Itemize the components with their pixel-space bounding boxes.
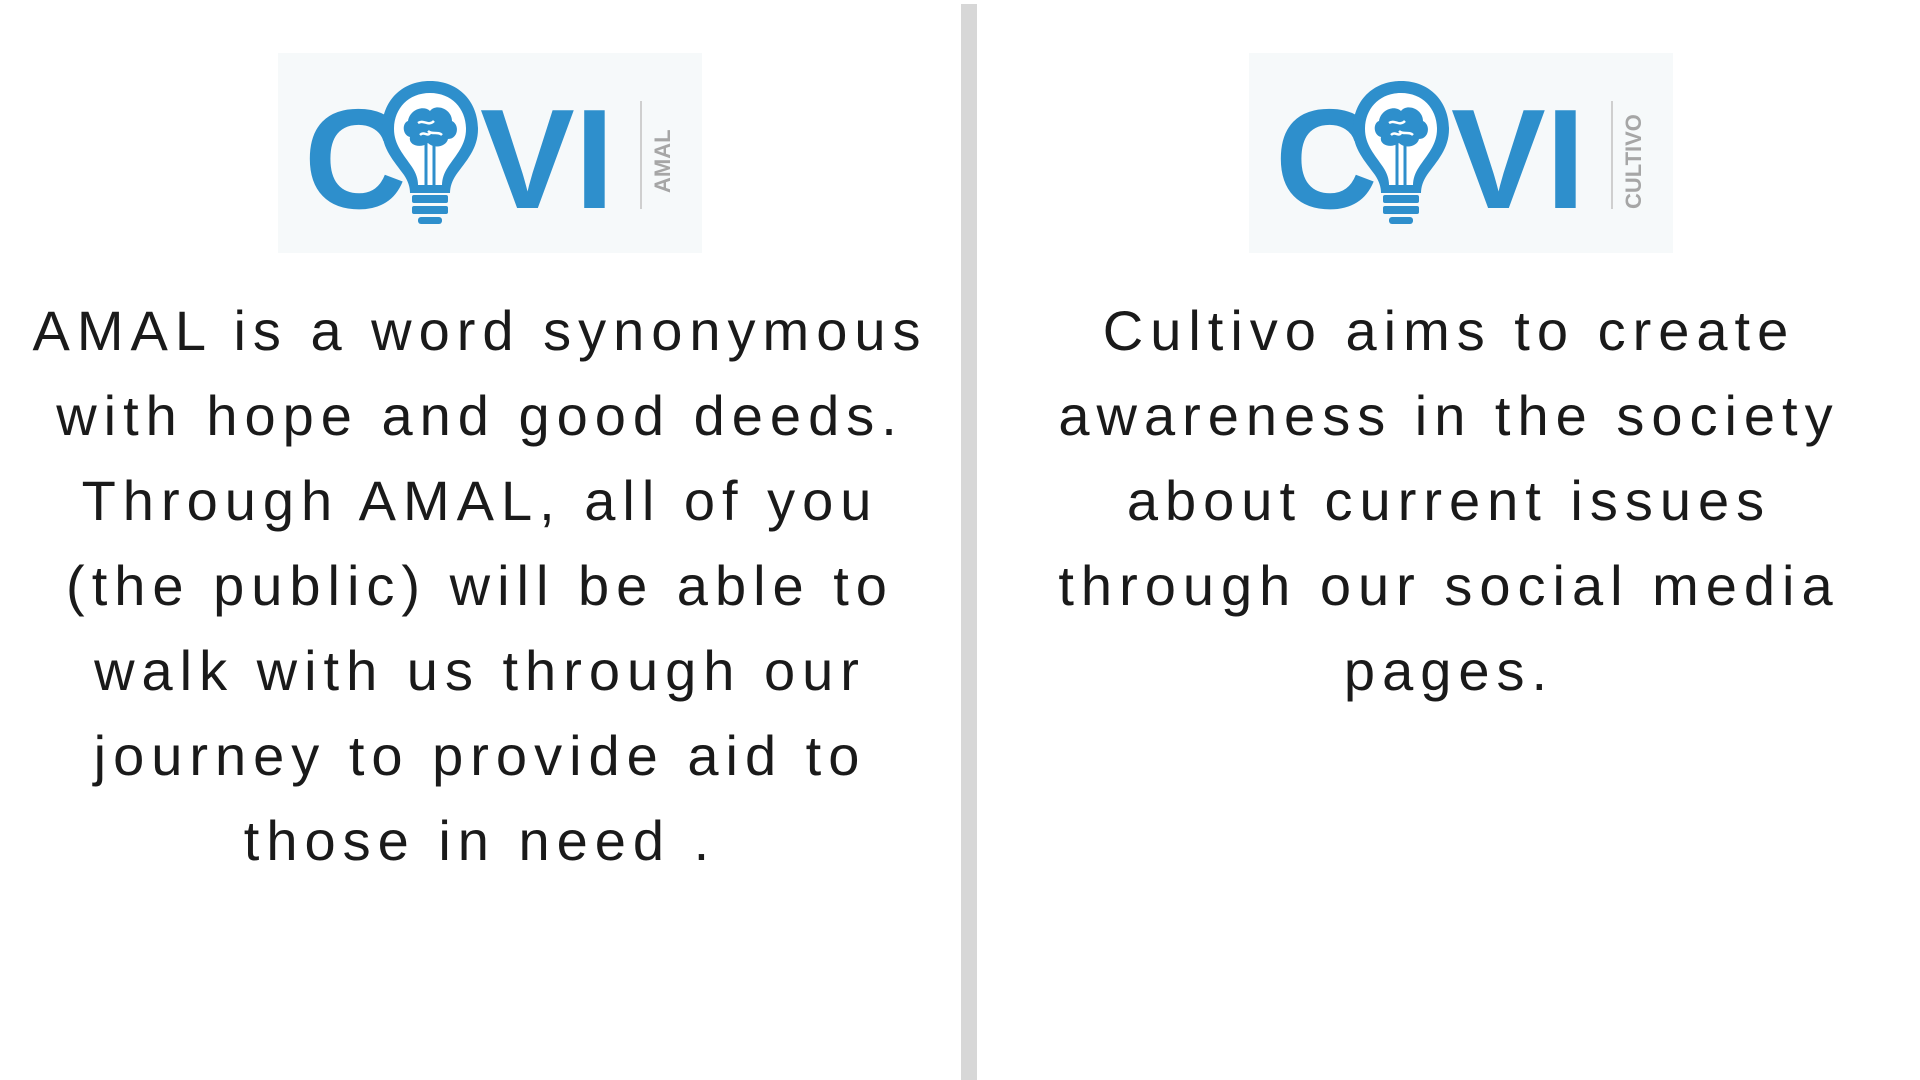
amal-panel: C VI AMAL AMAL is a word synonymous with…	[0, 0, 961, 1080]
logo-subtitle: AMAL	[650, 129, 675, 193]
logo-subtitle: CULTIVO	[1621, 114, 1646, 209]
cultivo-description: Cultivo aims to create awareness in the …	[1058, 299, 1840, 702]
covi-cultivo-logo: C VI CULTIVO	[1249, 53, 1673, 253]
covi-amal-logo: C VI AMAL	[278, 53, 702, 253]
amal-description: AMAL is a word synonymous with hope and …	[32, 299, 928, 872]
page: C VI AMAL AMAL is a word synonymous with…	[0, 0, 1920, 1080]
cultivo-panel: C VI CULTIVO Cultivo aims to create awar…	[977, 0, 1920, 1080]
logo-letters-vi: VI	[1451, 80, 1585, 239]
logo-letters-vi: VI	[480, 80, 614, 239]
center-divider	[961, 4, 977, 1080]
